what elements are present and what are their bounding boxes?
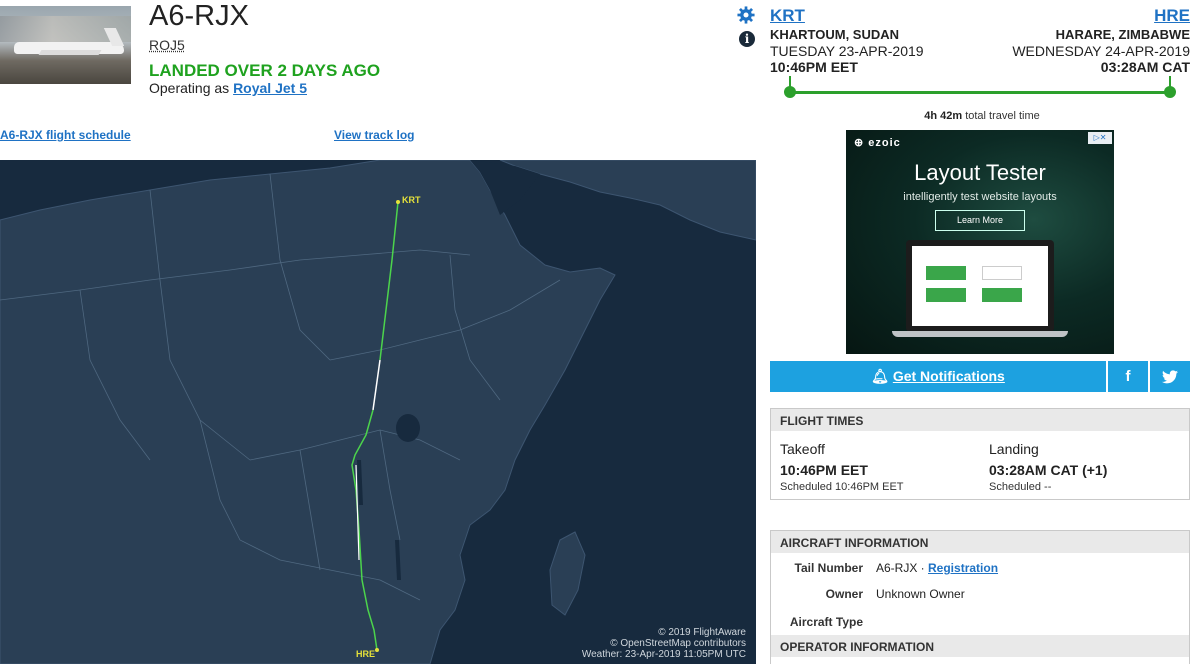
map-land-madagascar [549,531,586,616]
destination-airport-link[interactable]: HRE [1154,6,1190,26]
ad-title: Layout Tester [914,160,1046,185]
takeoff-time: 10:46PM EET [780,462,868,478]
aircraft-photo[interactable] [0,6,131,84]
operator-information-heading: OPERATOR INFORMATION [771,635,1189,657]
twitter-icon [1162,368,1178,385]
ad-banner[interactable]: ezoic ▷✕ Layout Tester intelligently tes… [846,130,1114,354]
owner-label: Owner [825,587,863,601]
ad-brand: ezoic [854,136,901,149]
info-icon[interactable]: i [739,31,755,47]
tail-number-label: Tail Number [794,561,863,575]
aircraft-information-panel: AIRCRAFT INFORMATION Tail Number A6-RJX … [770,530,1190,664]
landing-time: 03:28AM CAT (+1) [989,462,1108,478]
ad-choices-icon[interactable]: ▷✕ [1088,132,1112,144]
ad-learn-more-button[interactable]: Learn More [935,210,1025,231]
aircraft-type-label: Aircraft Type [789,615,863,629]
map-credit-2: © OpenStreetMap contributors [610,638,746,649]
map-destination-label: HRE [356,649,376,659]
flight-progress-bar [790,91,1170,94]
progress-origin-dot [784,86,796,98]
takeoff-label: Takeoff [780,441,825,457]
facebook-icon: f [1125,368,1131,385]
landing-scheduled: Scheduled -- [989,481,1052,493]
landing-column: Landing 03:28AM CAT (+1) Scheduled -- [989,441,1107,493]
map-lake-victoria [396,414,420,442]
map-credit-3: Weather: 23-Apr-2019 11:05PM UTC [581,649,746,660]
flight-status: LANDED OVER 2 DAYS AGO [149,61,381,80]
flight-callsign: ROJ5 [149,37,185,53]
arrival-time: 03:28AM CAT [1100,59,1190,75]
origin-airport-link[interactable]: KRT [770,6,805,26]
landing-label: Landing [989,441,1039,457]
map-land-arabia [499,160,756,241]
origin-date: TUESDAY 23-APR-2019 [770,43,924,59]
flight-times-panel: FLIGHT TIMES Takeoff 10:46PM EET Schedul… [770,408,1190,500]
twitter-share-button[interactable] [1150,361,1190,392]
bell-icon: 🔔︎ [871,368,893,384]
destination-date: WEDNESDAY 24-APR-2019 [1012,43,1190,59]
ad-laptop-image [906,240,1054,332]
flight-map[interactable]: KRT HRE © 2019 FlightAware © OpenStreetM… [0,160,756,664]
travel-duration-label: total travel time [962,110,1040,122]
origin-city: KHARTOUM, SUDAN [770,27,900,42]
destination-city: HARARE, ZIMBABWE [1055,27,1190,42]
total-travel-time: 4h 42m total travel time [770,110,1194,122]
takeoff-column: Takeoff 10:46PM EET Scheduled 10:46PM EE… [780,441,904,493]
ad-subtitle: intelligently test website layouts [903,191,1057,203]
flight-times-heading: FLIGHT TIMES [771,409,1189,431]
operator-link[interactable]: Royal Jet 5 [233,80,307,96]
tail-number-value: A6-RJX · Registration [876,561,998,575]
map-canvas [0,160,756,664]
tail-separator: · [917,561,929,575]
ad-laptop-base [892,331,1068,337]
map-origin-label: KRT [402,195,421,205]
origin-marker [396,200,400,204]
progress-destination-dot [1164,86,1176,98]
destination-marker [375,648,379,652]
registration-link[interactable]: Registration [928,561,998,575]
departure-time: 10:46PM EET [770,59,858,75]
aircraft-information-heading: AIRCRAFT INFORMATION [771,531,1189,553]
facebook-share-button[interactable]: f [1108,361,1148,392]
track-log-link[interactable]: View track log [334,128,414,142]
tail-number: A6-RJX [876,561,918,575]
aircraft-registration: A6-RJX [149,0,249,32]
get-notifications-label: Get Notifications [892,368,1005,384]
owner-value: Unknown Owner [876,587,965,601]
flight-schedule-link[interactable]: A6-RJX flight schedule [0,128,131,142]
operating-prefix: Operating as [149,80,234,96]
takeoff-scheduled: Scheduled 10:46PM EET [780,481,904,493]
map-land-africa [0,160,616,664]
map-credit-1: © 2019 FlightAware [658,627,746,638]
travel-duration: 4h 42m [924,110,963,122]
gear-icon[interactable] [737,6,755,24]
operating-as: Operating as Royal Jet 5 [149,80,307,96]
get-notifications-button[interactable]: 🔔︎ Get Notifications [770,361,1106,392]
